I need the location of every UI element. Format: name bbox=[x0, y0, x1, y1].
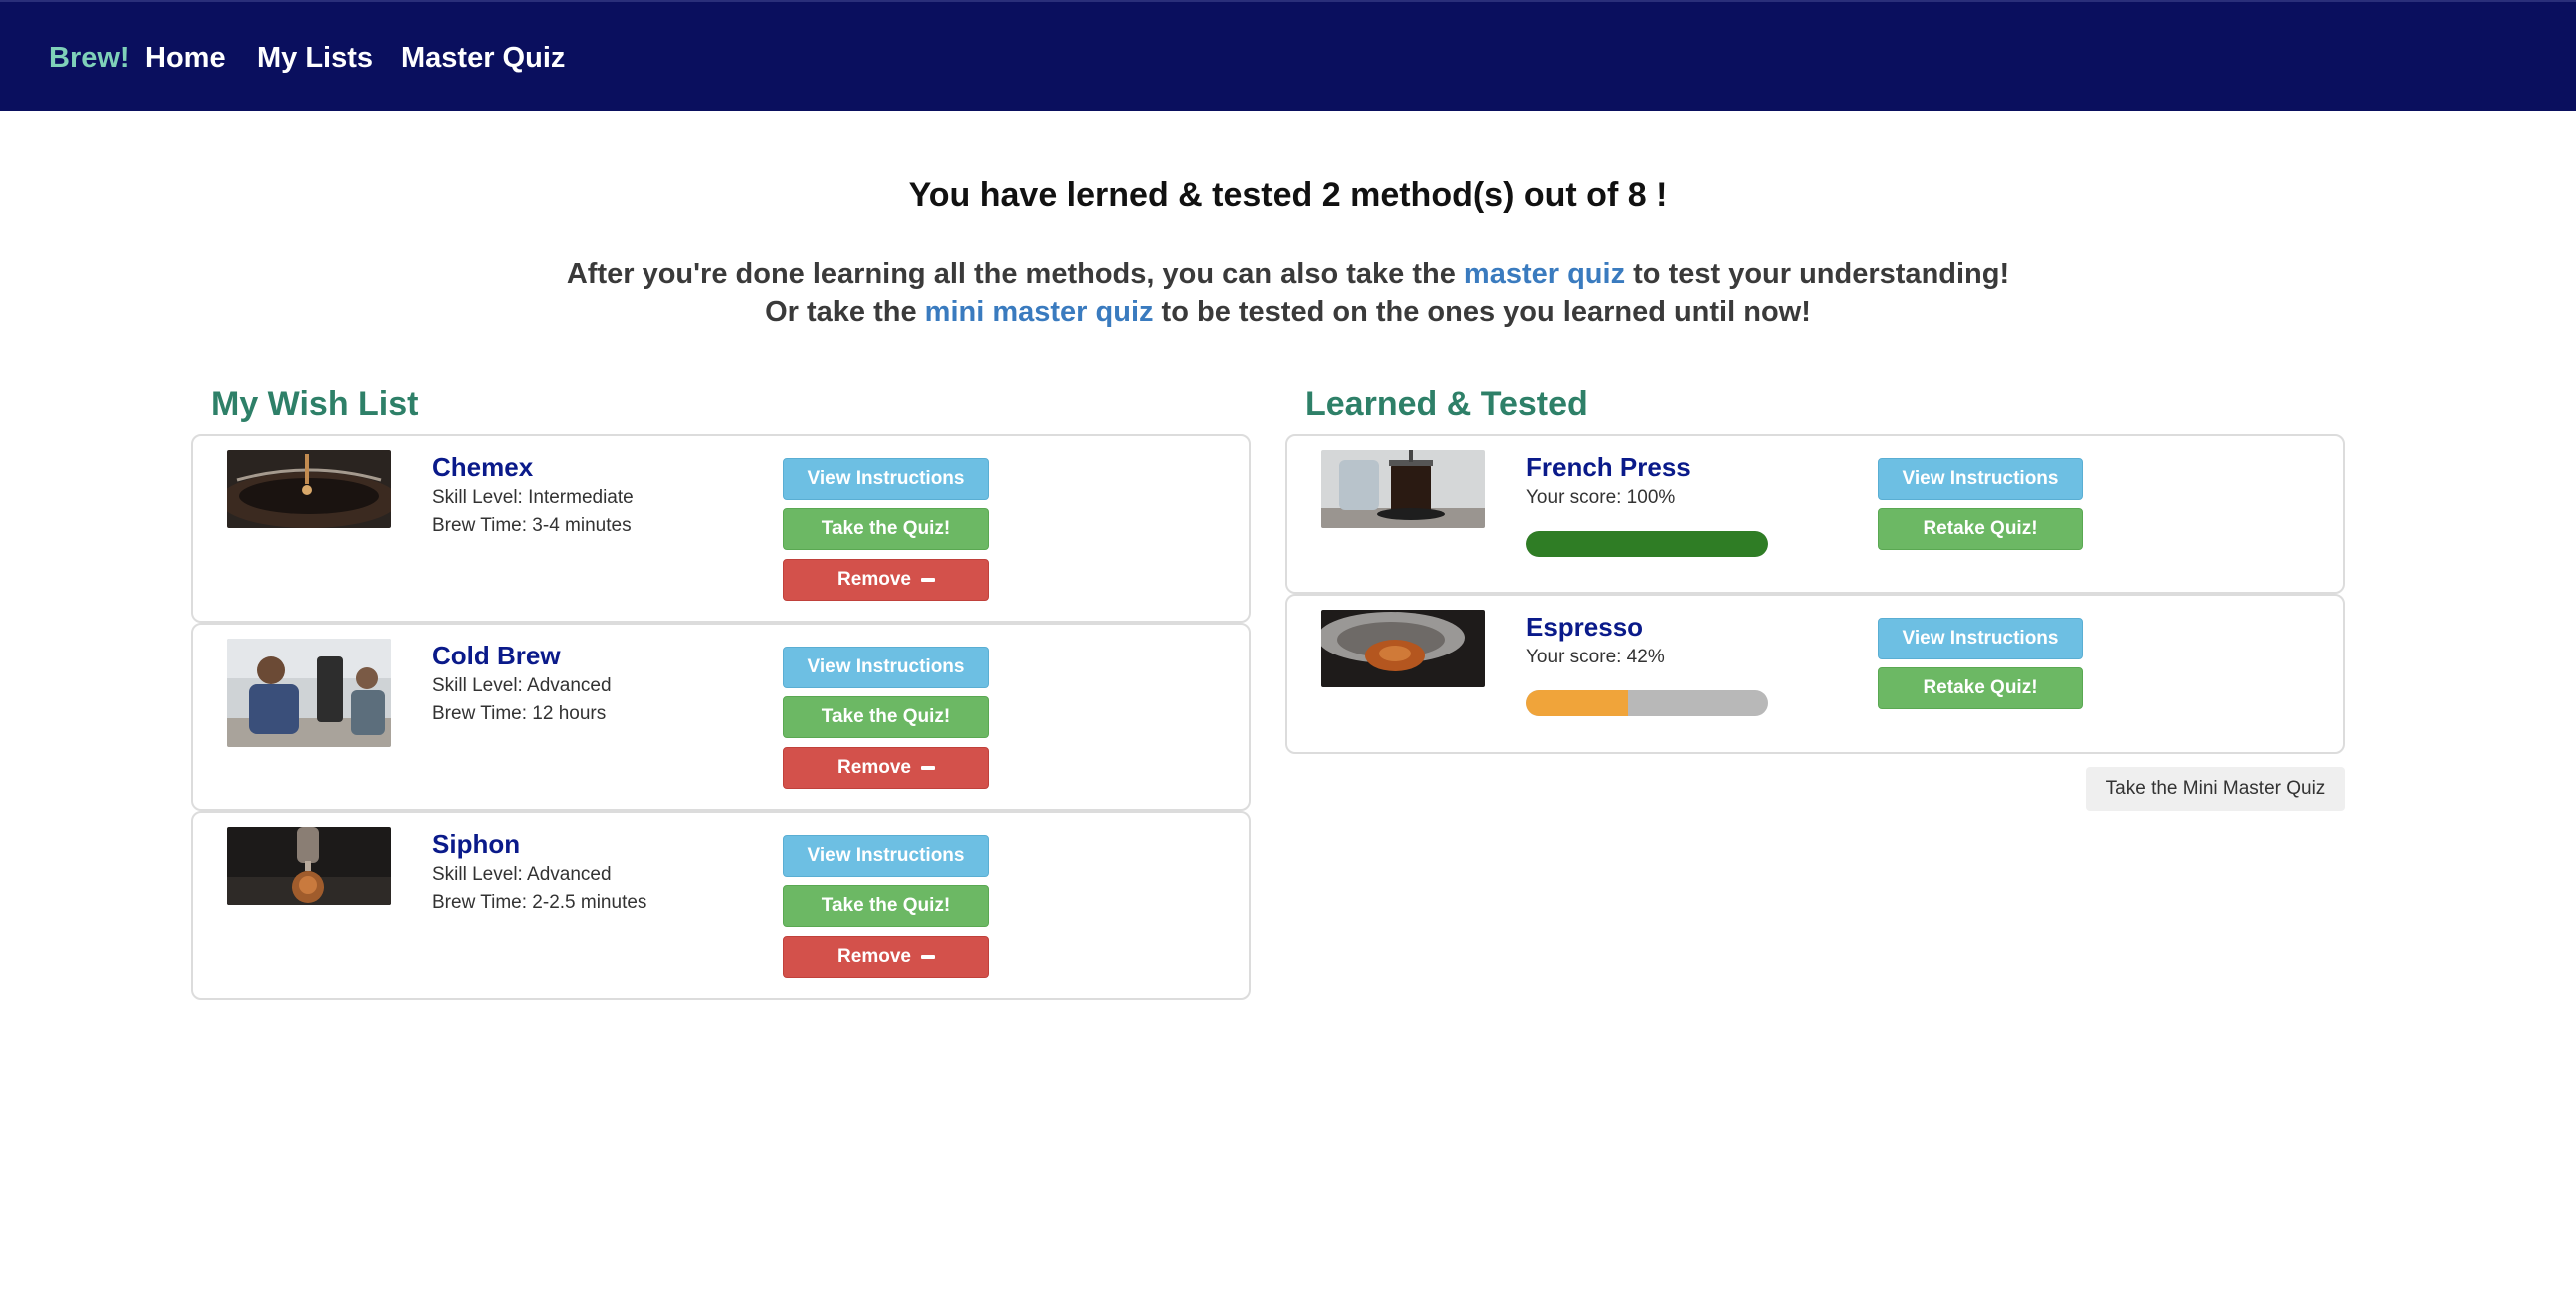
nav-my-lists-link[interactable]: My Lists bbox=[257, 42, 373, 75]
brew-time: Brew Time: 2-2.5 minutes bbox=[432, 892, 647, 913]
skill-level: Skill Level: Advanced bbox=[432, 864, 612, 885]
skill-level: Skill Level: Intermediate bbox=[432, 487, 634, 508]
brand-logo[interactable]: Brew! bbox=[49, 42, 130, 75]
mini-master-quiz-link[interactable]: mini master quiz bbox=[925, 296, 1154, 328]
chemex-thumbnail bbox=[227, 450, 391, 528]
take-quiz-button[interactable]: Take the Quiz! bbox=[783, 508, 989, 550]
remove-button[interactable]: Remove bbox=[783, 936, 989, 978]
score-progress-bar bbox=[1526, 531, 1768, 557]
quiz-score: Your score: 100% bbox=[1526, 487, 1676, 508]
cold-brew-thumbnail bbox=[227, 639, 391, 747]
wish-list-card: Chemex Skill Level: Intermediate Brew Ti… bbox=[191, 434, 1251, 623]
view-instructions-button[interactable]: View Instructions bbox=[783, 647, 989, 688]
brew-time: Brew Time: 3-4 minutes bbox=[432, 515, 632, 536]
brew-time: Brew Time: 12 hours bbox=[432, 703, 607, 724]
french-press-thumbnail bbox=[1321, 450, 1485, 528]
view-instructions-button[interactable]: View Instructions bbox=[1878, 618, 2083, 659]
item-name: Siphon bbox=[432, 829, 521, 859]
score-progress-bar bbox=[1526, 690, 1768, 716]
quiz-score: Your score: 42% bbox=[1526, 647, 1665, 667]
learned-tested-title: Learned & Tested bbox=[1305, 385, 1588, 423]
master-quiz-link[interactable]: master quiz bbox=[1464, 258, 1625, 290]
view-instructions-button[interactable]: View Instructions bbox=[783, 835, 989, 877]
wish-list-card: Siphon Skill Level: Advanced Brew Time: … bbox=[191, 811, 1251, 1000]
button-label: Retake Quiz! bbox=[1923, 518, 2038, 539]
button-label: View Instructions bbox=[807, 845, 965, 866]
item-name: Cold Brew bbox=[432, 641, 561, 670]
prompt-text: to be tested on the ones you learned unt… bbox=[1153, 296, 1811, 328]
take-mini-master-quiz-button[interactable]: Take the Mini Master Quiz bbox=[2086, 767, 2345, 811]
espresso-thumbnail bbox=[1321, 610, 1485, 687]
prompt-text: After you're done learning all the metho… bbox=[566, 258, 1464, 290]
minus-icon bbox=[920, 766, 935, 770]
nav-home-link[interactable]: Home bbox=[145, 42, 226, 75]
view-instructions-button[interactable]: View Instructions bbox=[783, 458, 989, 500]
minus-icon bbox=[920, 578, 935, 582]
learned-card: Espresso Your score: 42% View Instructio… bbox=[1285, 594, 2345, 754]
progress-headline: You have lerned & tested 2 method(s) out… bbox=[908, 176, 1668, 214]
button-label: View Instructions bbox=[1902, 628, 2059, 649]
item-name: Espresso bbox=[1526, 612, 1644, 642]
master-quiz-prompt: After you're done learning all the metho… bbox=[0, 258, 2576, 291]
button-label: View Instructions bbox=[807, 468, 965, 489]
learned-card: French Press Your score: 100% View Instr… bbox=[1285, 434, 2345, 594]
item-name: Chemex bbox=[432, 452, 534, 482]
button-label: Remove bbox=[837, 569, 911, 590]
retake-quiz-button[interactable]: Retake Quiz! bbox=[1878, 667, 2083, 709]
take-quiz-button[interactable]: Take the Quiz! bbox=[783, 885, 989, 927]
button-label: View Instructions bbox=[1902, 468, 2059, 489]
button-label: Take the Quiz! bbox=[821, 706, 951, 727]
siphon-thumbnail bbox=[227, 827, 391, 905]
item-name: French Press bbox=[1526, 452, 1691, 482]
button-label: Remove bbox=[837, 757, 911, 778]
button-label: Take the Quiz! bbox=[821, 518, 951, 539]
prompt-text: to test your understanding! bbox=[1625, 258, 2010, 290]
top-navbar: Brew! Home My Lists Master Quiz bbox=[0, 0, 2576, 111]
button-label: Take the Quiz! bbox=[821, 895, 951, 916]
skill-level: Skill Level: Advanced bbox=[432, 675, 612, 696]
remove-button[interactable]: Remove bbox=[783, 559, 989, 601]
view-instructions-button[interactable]: View Instructions bbox=[1878, 458, 2083, 500]
button-label: Retake Quiz! bbox=[1923, 677, 2038, 698]
remove-button[interactable]: Remove bbox=[783, 747, 989, 789]
take-quiz-button[interactable]: Take the Quiz! bbox=[783, 696, 989, 738]
button-label: View Instructions bbox=[807, 656, 965, 677]
prompt-text: Or take the bbox=[765, 296, 925, 328]
minus-icon bbox=[920, 955, 935, 959]
mini-quiz-prompt: Or take the mini master quiz to be teste… bbox=[0, 296, 2576, 329]
score-progress-fill bbox=[1526, 690, 1628, 716]
nav-master-quiz-link[interactable]: Master Quiz bbox=[401, 42, 565, 75]
wish-list-card: Cold Brew Skill Level: Advanced Brew Tim… bbox=[191, 623, 1251, 811]
score-progress-fill bbox=[1526, 531, 1768, 557]
retake-quiz-button[interactable]: Retake Quiz! bbox=[1878, 508, 2083, 550]
button-label: Remove bbox=[837, 946, 911, 967]
wish-list-title: My Wish List bbox=[211, 385, 419, 423]
